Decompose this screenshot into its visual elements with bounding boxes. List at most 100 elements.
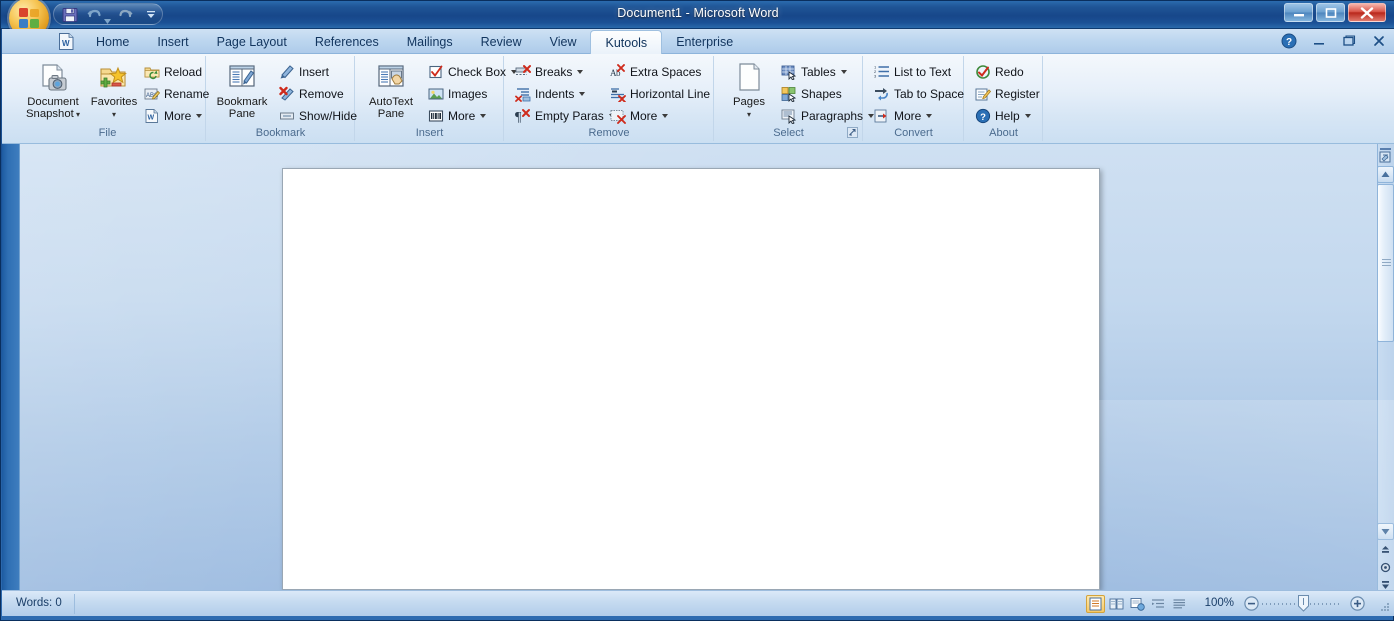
reload-button[interactable]: Reload <box>140 61 206 82</box>
group-label-remove: Remove <box>588 127 630 139</box>
pages-button[interactable]: Pages ▾ <box>721 59 777 123</box>
label-line-2: Snapshot <box>26 108 74 120</box>
tab-review[interactable]: Review <box>467 29 536 54</box>
dropdown-caret-icon[interactable]: ▾ <box>112 110 116 119</box>
scrollbar-grip-icon <box>1382 259 1391 266</box>
button-label: Help <box>995 108 1020 123</box>
dropdown-caret-icon[interactable] <box>926 113 933 118</box>
window-minimize-button[interactable] <box>1284 3 1313 22</box>
remove-horizontal-line-button[interactable]: Horizontal Line <box>606 83 714 104</box>
remove-extra-spaces-button[interactable]: A b Extra Spaces <box>606 61 705 82</box>
zoom-out-button[interactable] <box>1243 595 1260 612</box>
svg-text:3: 3 <box>874 73 877 78</box>
split-window-icon[interactable] <box>1377 147 1394 165</box>
autotext-pane-icon <box>375 62 407 94</box>
group-label-select: Select <box>773 127 804 139</box>
select-tables-button[interactable]: Tables <box>777 61 851 82</box>
scroll-up-button[interactable] <box>1377 166 1394 183</box>
close-document-icon[interactable] <box>1370 32 1388 50</box>
resize-grip-icon[interactable] <box>1378 601 1390 613</box>
select-shapes-button[interactable]: Shapes <box>777 83 846 104</box>
ribbon-group-select: Pages ▾ Tables Shapes Paragraphs Select <box>715 56 875 141</box>
file-more-button[interactable]: W More <box>140 105 206 126</box>
zoom-level-label[interactable]: 100% <box>1205 597 1234 609</box>
scrollbar-thumb[interactable] <box>1377 184 1394 342</box>
more-word-doc-icon: W <box>144 108 160 124</box>
dropdown-caret-icon[interactable] <box>662 113 669 118</box>
more-barcode-icon <box>428 108 444 124</box>
bookmark-pane-button[interactable]: Bookmark Pane <box>211 59 273 123</box>
tab-references[interactable]: References <box>301 29 393 54</box>
tab-kutools[interactable]: Kutools <box>590 30 663 54</box>
dropdown-caret-icon[interactable] <box>579 91 586 96</box>
bookmark-insert-button[interactable]: Insert <box>275 61 333 82</box>
remove-more-button[interactable]: More <box>606 105 672 126</box>
button-label: Rename <box>164 86 210 101</box>
vertical-scrollbar[interactable] <box>1377 144 1394 590</box>
previous-page-button[interactable] <box>1377 542 1394 559</box>
help-button[interactable]: ? Help <box>971 105 1035 126</box>
remove-breaks-button[interactable]: Breaks <box>511 61 587 82</box>
bookmark-remove-button[interactable]: Remove <box>275 83 348 104</box>
window-maximize-button[interactable] <box>1316 3 1345 22</box>
group-label-bookmark: Bookmark <box>255 127 306 139</box>
tab-mailings[interactable]: Mailings <box>393 29 467 54</box>
button-label: More <box>164 108 192 123</box>
register-button[interactable]: Register <box>971 83 1044 104</box>
outline-view-button[interactable] <box>1149 595 1168 613</box>
dropdown-caret-icon[interactable] <box>480 113 487 118</box>
tab-to-space-button[interactable]: Tab to Space <box>870 83 968 104</box>
print-layout-view-button[interactable] <box>1086 595 1105 613</box>
rename-button[interactable]: ABC Rename <box>140 83 213 104</box>
tab-enterprise[interactable]: Enterprise <box>662 29 747 54</box>
label-line-1: Bookmark <box>216 96 268 108</box>
images-button[interactable]: Images <box>424 83 491 104</box>
tab-home[interactable]: Home <box>82 29 143 54</box>
select-browse-object-button[interactable] <box>1377 559 1394 576</box>
window-close-button[interactable] <box>1348 3 1386 22</box>
convert-more-button[interactable]: More <box>870 105 936 126</box>
insert-more-button[interactable]: More <box>424 105 490 126</box>
autotext-pane-button[interactable]: AutoText Pane <box>360 59 422 123</box>
dropdown-caret-icon[interactable]: ▾ <box>747 110 751 119</box>
favorites-label: Favorites ▾ <box>91 96 137 121</box>
bookmark-remove-icon <box>279 86 295 102</box>
full-screen-reading-view-button[interactable] <box>1107 595 1126 613</box>
extra-spaces-icon: A b <box>610 63 626 80</box>
zoom-in-button[interactable] <box>1349 595 1366 612</box>
document-snapshot-button[interactable]: Document Snapshot ▾ <box>16 59 90 123</box>
tab-insert[interactable]: Insert <box>143 29 202 54</box>
help-icon[interactable]: ? <box>1280 32 1298 50</box>
dropdown-caret-icon[interactable] <box>840 69 847 74</box>
bookmark-showhide-button[interactable]: Show/Hide <box>275 105 361 126</box>
tab-page-layout[interactable]: Page Layout <box>203 29 301 54</box>
svg-text:?: ? <box>980 111 986 122</box>
tab-view[interactable]: View <box>536 29 591 54</box>
restore-window-icon[interactable] <box>1340 32 1358 50</box>
redo-button[interactable]: Redo <box>971 61 1028 82</box>
dropdown-caret-icon[interactable] <box>196 113 203 118</box>
close-icon <box>1349 4 1385 21</box>
minimize-ribbon-icon[interactable] <box>1310 32 1328 50</box>
document-page[interactable] <box>282 168 1100 590</box>
zoom-slider-handle[interactable] <box>1298 595 1309 612</box>
scroll-down-button[interactable] <box>1377 523 1394 540</box>
pages-icon <box>733 62 765 94</box>
remove-indents-button[interactable]: Indents <box>511 83 589 104</box>
remove-empty-paras-button[interactable]: ¶ Empty Paras <box>511 105 619 126</box>
word-count-status[interactable]: Words: 0 <box>16 597 62 609</box>
select-paragraphs-button[interactable]: Paragraphs <box>777 105 878 126</box>
draft-view-button[interactable] <box>1170 595 1189 613</box>
web-layout-view-button[interactable] <box>1128 595 1147 613</box>
button-label: Redo <box>995 64 1024 79</box>
select-dialog-launcher[interactable] <box>847 127 858 138</box>
dropdown-caret-icon[interactable]: ▾ <box>74 110 80 119</box>
tab-label: Home <box>96 34 130 49</box>
dropdown-caret-icon[interactable] <box>1024 113 1031 118</box>
status-separator <box>74 594 75 614</box>
favorites-button[interactable]: Favorites ▾ <box>88 59 140 123</box>
dropdown-caret-icon[interactable] <box>577 69 584 74</box>
list-to-text-button[interactable]: 123 List to Text <box>870 61 955 82</box>
tab-label: Mailings <box>406 34 453 49</box>
horizontal-line-icon <box>610 86 626 103</box>
